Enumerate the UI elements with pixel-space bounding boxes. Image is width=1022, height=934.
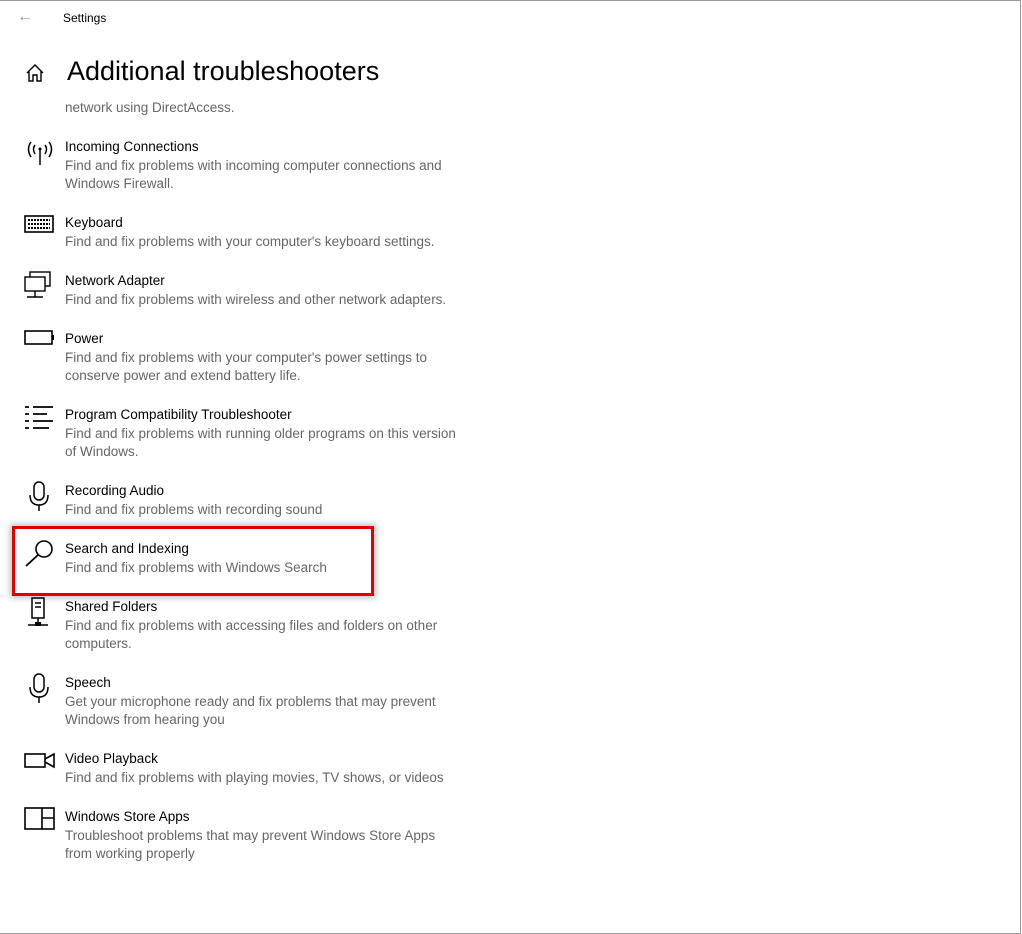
item-title: Shared Folders (65, 599, 158, 614)
item-search-and-indexing[interactable]: Search and Indexing Find and fix problem… (0, 539, 465, 597)
item-title: Speech (65, 675, 111, 690)
store-apps-icon (24, 807, 55, 830)
item-title: Power (65, 331, 104, 346)
item-description: Find and fix problems with Windows Searc… (65, 560, 327, 575)
item-description: Find and fix problems with running older… (65, 426, 456, 459)
item-description: Find and fix problems with incoming comp… (65, 158, 442, 191)
battery-icon (24, 330, 54, 345)
item-program-compatibility[interactable]: Program Compatibility Troubleshooter Fin… (0, 405, 465, 481)
item-description: Find and fix problems with your computer… (65, 234, 435, 249)
troubleshooter-list-viewport[interactable]: network using DirectAccess. Incoming Con… (0, 98, 1000, 934)
item-speech[interactable]: Speech Get your microphone ready and fix… (0, 673, 465, 749)
item-title: Windows Store Apps (65, 809, 190, 824)
item-description: Find and fix problems with accessing fil… (65, 618, 438, 651)
troubleshooter-list: Incoming Connections Find and fix proble… (0, 137, 465, 883)
partial-item-description: network using DirectAccess. (65, 100, 235, 115)
item-keyboard[interactable]: Keyboard Find and fix problems with your… (0, 213, 465, 271)
antenna-icon (27, 141, 53, 165)
home-icon[interactable] (24, 62, 46, 84)
item-video-playback[interactable]: Video Playback Find and fix problems wit… (0, 749, 465, 807)
item-title: Recording Audio (65, 483, 165, 498)
app-title: Settings (63, 11, 107, 25)
item-windows-store-apps[interactable]: Windows Store Apps Troubleshoot problems… (0, 807, 465, 883)
video-camera-icon (24, 752, 55, 769)
keyboard-icon (24, 215, 54, 233)
item-title: Program Compatibility Troubleshooter (65, 407, 292, 422)
item-description: Troubleshoot problems that may prevent W… (65, 828, 436, 861)
item-description: Find and fix problems with playing movie… (65, 770, 444, 785)
item-power[interactable]: Power Find and fix problems with your co… (0, 329, 465, 405)
item-title: Search and Indexing (65, 541, 189, 556)
search-icon (25, 540, 53, 567)
microphone-icon (29, 673, 49, 703)
list-icon (25, 406, 53, 429)
shared-folders-icon (28, 597, 48, 626)
item-network-adapter[interactable]: Network Adapter Find and fix problems wi… (0, 271, 465, 329)
item-recording-audio[interactable]: Recording Audio Find and fix problems wi… (0, 481, 465, 539)
page-title: Additional troubleshooters (67, 56, 380, 86)
item-incoming-connections[interactable]: Incoming Connections Find and fix proble… (0, 137, 465, 213)
item-title: Keyboard (65, 215, 123, 230)
microphone-icon (29, 481, 49, 511)
item-description: Find and fix problems with your computer… (65, 350, 427, 383)
item-description: Find and fix problems with recording sou… (65, 502, 323, 517)
item-description: Find and fix problems with wireless and … (65, 292, 447, 307)
item-shared-folders[interactable]: Shared Folders Find and fix problems wit… (0, 597, 465, 673)
back-arrow-icon[interactable]: ← (17, 8, 33, 26)
item-description: Get your microphone ready and fix proble… (65, 694, 436, 727)
item-title: Video Playback (65, 751, 158, 766)
item-title: Network Adapter (65, 273, 165, 288)
item-title: Incoming Connections (65, 139, 199, 154)
network-adapter-icon (24, 271, 51, 298)
